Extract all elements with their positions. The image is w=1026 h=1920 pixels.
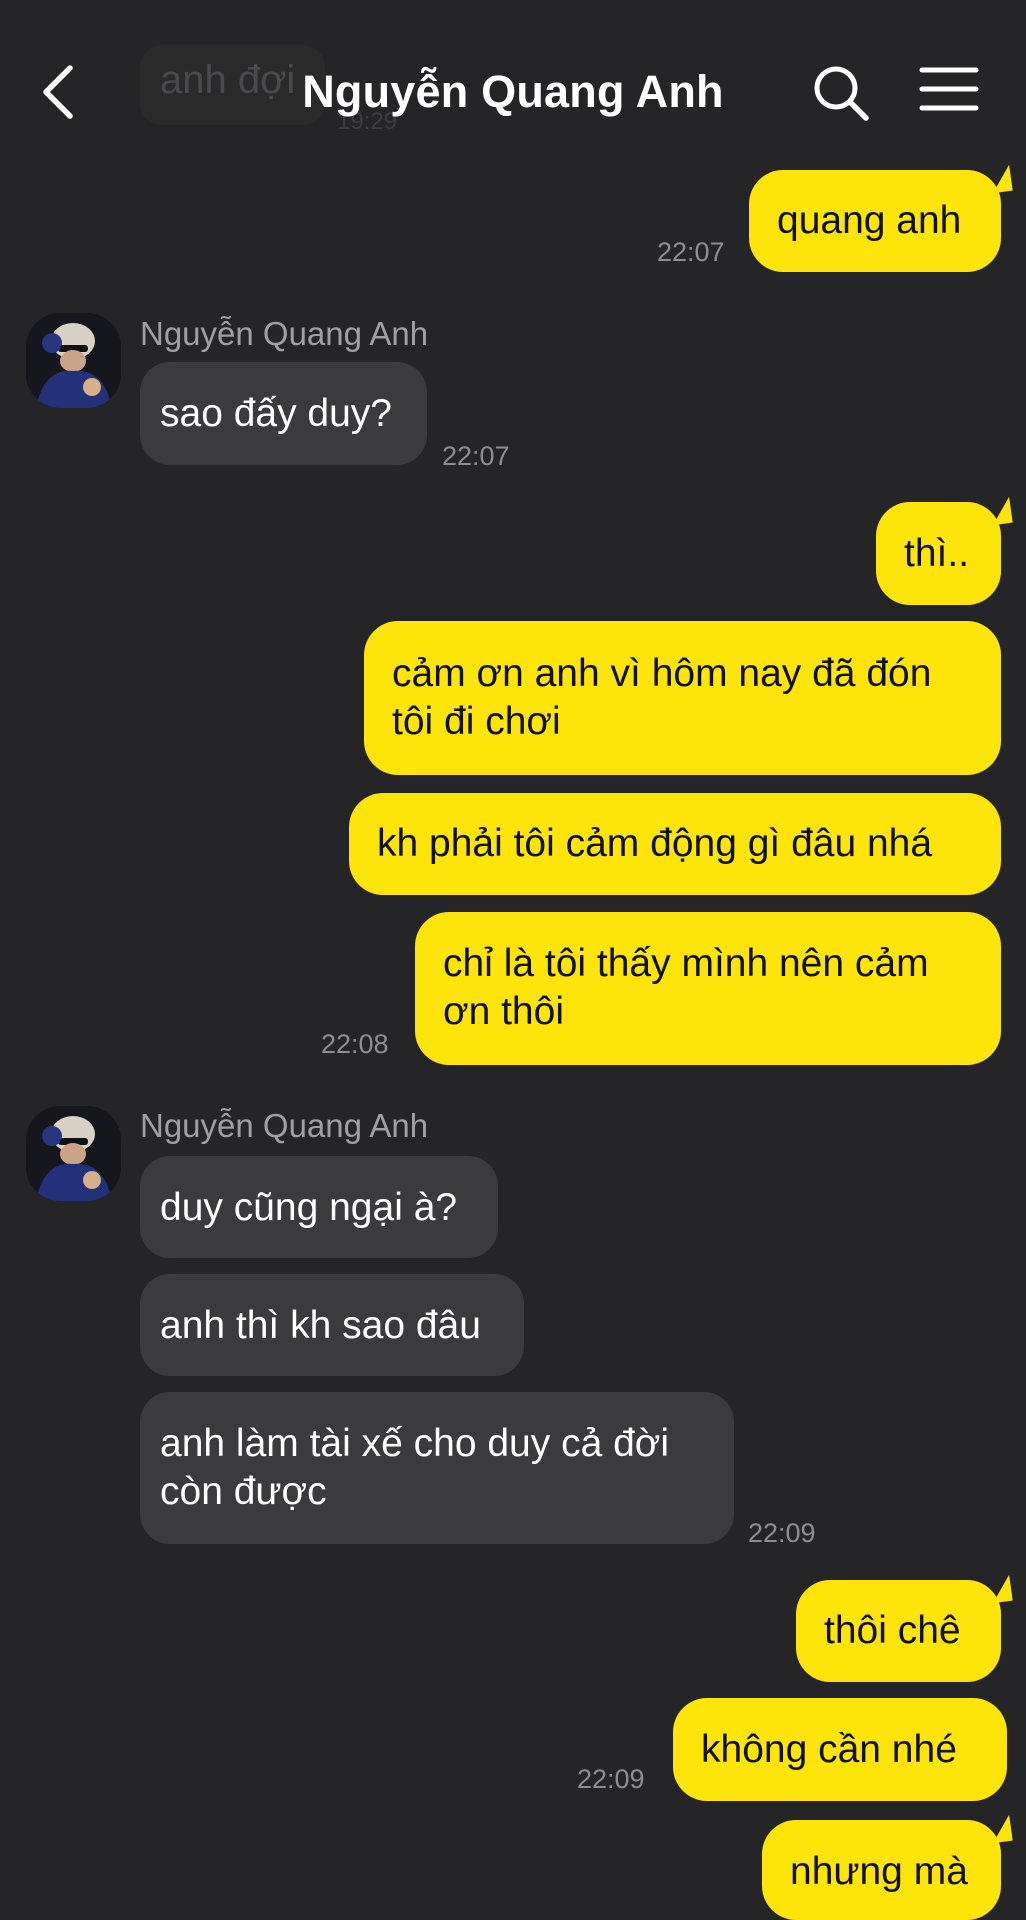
message-time: 22:09 — [748, 1518, 816, 1548]
message-time: 22:08 — [321, 1029, 389, 1059]
avatar — [26, 1106, 121, 1201]
message-text-line: chỉ là tôi thấy mình nên cảm — [443, 942, 929, 985]
outgoing-message[interactable]: quang anh — [749, 164, 1013, 272]
message-text: sao đấy duy? — [160, 392, 393, 435]
message-text: anh thì kh sao đâu — [160, 1304, 481, 1347]
menu-button[interactable] — [918, 64, 980, 114]
message-text: quang anh — [777, 199, 962, 242]
message-time: 22:09 — [577, 1764, 645, 1794]
outgoing-message[interactable]: thôi chê — [796, 1574, 1013, 1682]
message-text: thì.. — [904, 532, 970, 575]
message-text-line: còn được — [160, 1470, 327, 1513]
outgoing-message[interactable]: không cần nhé — [673, 1698, 1007, 1801]
incoming-message[interactable]: sao đấy duy? — [140, 362, 427, 465]
incoming-message[interactable]: duy cũng ngại à? — [140, 1156, 498, 1258]
chat-screen: anh đợi 19:29 Nguyễn Quang Anh quang anh — [0, 0, 1026, 1920]
outgoing-message[interactable]: thì.. — [876, 496, 1013, 605]
message-text: thôi chê — [824, 1609, 961, 1652]
incoming-message[interactable]: anh làm tài xế cho duy cả đời còn được — [140, 1392, 734, 1544]
sender-name: Nguyễn Quang Anh — [140, 315, 429, 352]
message-time: 22:07 — [442, 441, 510, 471]
message-text: duy cũng ngại à? — [160, 1186, 458, 1229]
message-text: không cần nhé — [701, 1728, 957, 1771]
search-icon — [814, 66, 869, 121]
message-text-line: ơn thôi — [443, 990, 564, 1033]
incoming-message[interactable]: anh thì kh sao đâu — [140, 1274, 524, 1376]
outgoing-message[interactable]: kh phải tôi cảm động gì đâu nhá — [349, 793, 1001, 895]
outgoing-message[interactable]: chỉ là tôi thấy mình nên cảm ơn thôi — [415, 912, 1001, 1065]
message-text: nhưng mà — [790, 1850, 968, 1893]
message-time: 22:07 — [657, 237, 725, 267]
message-text-line: cảm ơn anh vì hôm nay đã đón — [392, 652, 932, 695]
contact-avatar[interactable] — [26, 1106, 121, 1201]
outgoing-message[interactable]: nhưng mà — [762, 1814, 1013, 1920]
menu-icon — [919, 67, 979, 111]
message-text: kh phải tôi cảm động gì đâu nhá — [377, 822, 933, 865]
sender-name: Nguyễn Quang Anh — [140, 1107, 429, 1144]
outgoing-message[interactable]: cảm ơn anh vì hôm nay đã đón tôi đi chơi — [364, 621, 1001, 775]
chat-header: anh đợi 19:29 Nguyễn Quang Anh — [0, 0, 1026, 180]
message-text-line: anh làm tài xế cho duy cả đời — [160, 1422, 670, 1465]
contact-avatar[interactable] — [26, 313, 121, 408]
message-text-line: tôi đi chơi — [392, 700, 561, 743]
avatar — [26, 313, 121, 408]
search-button[interactable] — [808, 60, 876, 128]
